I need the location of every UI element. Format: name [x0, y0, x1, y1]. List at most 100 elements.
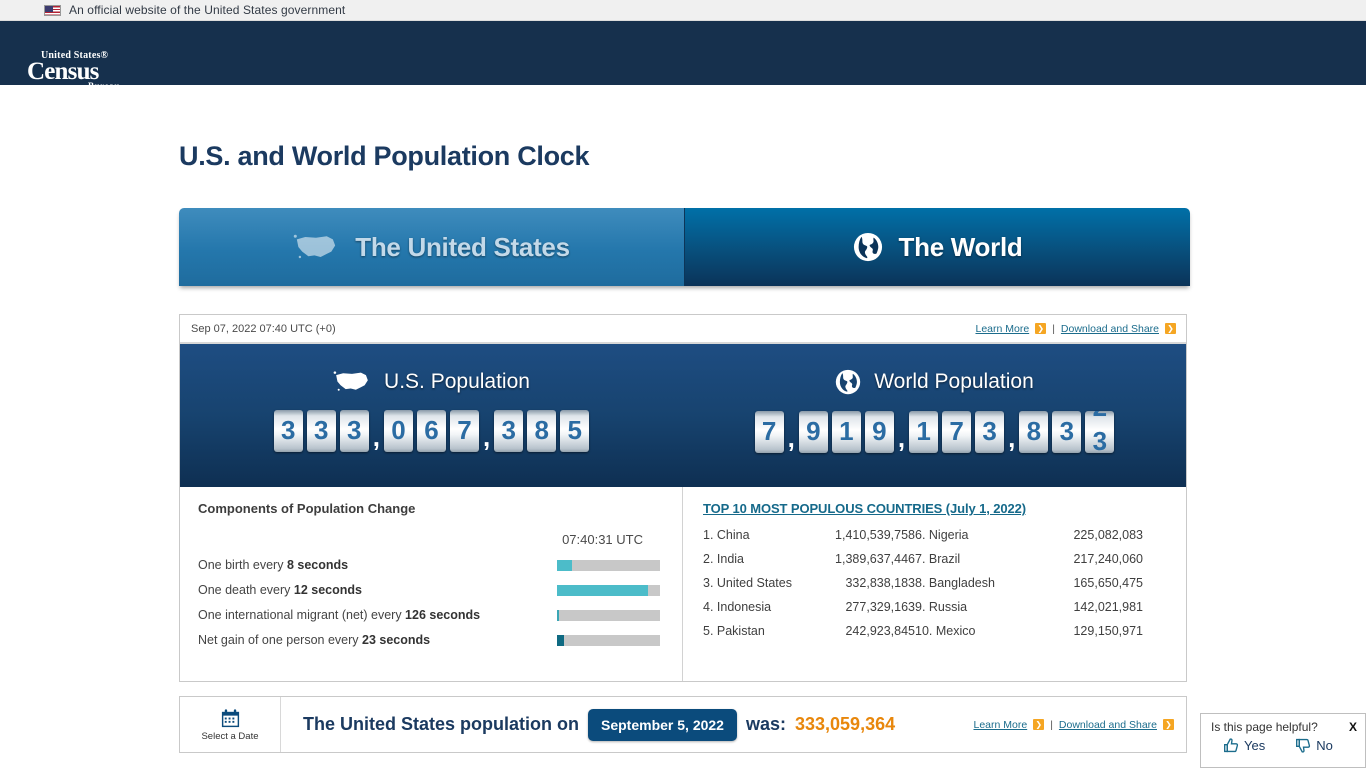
country-name: 2. India [703, 552, 745, 566]
world-population-counter: World Population 7,919,173,8323 [683, 344, 1186, 487]
thumbs-down-icon [1296, 738, 1311, 753]
component-interval: 12 seconds [293, 583, 362, 597]
counter-digit: 1 [831, 410, 861, 453]
clock-timestamp: Sep 07, 2022 07:40 UTC (+0) [191, 322, 336, 335]
component-progress-fill [557, 634, 565, 646]
counter-digit: 3 [975, 410, 1005, 453]
component-interval: 126 seconds [405, 608, 481, 622]
select-a-date-label: Select a Date [201, 730, 259, 742]
arrow-icon: ❯ [1165, 323, 1176, 334]
date-sentence: The United States population on Septembe… [303, 708, 973, 741]
calendar-icon [221, 708, 239, 727]
component-label: One birth every 8 seconds [198, 558, 349, 572]
feedback-widget: Is this page helpful? X Yes No [1200, 713, 1366, 768]
country-name: 3. United States [703, 576, 792, 590]
world-population-digits: 7,919,173,8323 [753, 409, 1117, 454]
download-share-link[interactable]: Download and Share [1061, 323, 1159, 335]
select-a-date-button[interactable]: Select a Date [180, 697, 281, 752]
component-row: Net gain of one person every 23 seconds [198, 633, 660, 647]
digit-separator: , [1008, 423, 1016, 453]
counter-digit: 5 [560, 409, 590, 452]
component-label: Net gain of one person every 23 seconds [198, 633, 431, 647]
clock-links: Learn More ❯ | Download and Share ❯ [975, 323, 1176, 335]
us-flag-icon [44, 4, 61, 16]
counter-digit: 9 [798, 410, 828, 453]
census-header: United States® Census Bureau [0, 21, 1366, 91]
globe-icon [853, 232, 882, 262]
digit-separator: , [787, 423, 795, 453]
feedback-question: Is this page helpful? [1211, 720, 1318, 734]
component-progress-bar [557, 584, 660, 596]
component-interval: 23 seconds [362, 633, 431, 647]
census-bureau-logo[interactable]: United States® Census Bureau [27, 51, 120, 91]
sentence-before: The United States population on [303, 714, 579, 734]
thumbs-up-icon [1224, 738, 1239, 753]
component-row: One death every 12 seconds [198, 583, 660, 597]
counter-digit: 8 [1019, 410, 1049, 453]
clock-meta-bar: Sep 07, 2022 07:40 UTC (+0) Learn More ❯… [180, 315, 1186, 344]
top10-panel: TOP 10 MOST POPULOUS COUNTRIES (July 1, … [683, 487, 1186, 681]
learn-more-link[interactable]: Learn More [973, 719, 1027, 731]
population-counters: U.S. Population 333,067,385 World Popula… [180, 344, 1186, 487]
counter-digit: 3 [1052, 410, 1082, 453]
top10-title[interactable]: TOP 10 MOST POPULOUS COUNTRIES (July 1, … [703, 501, 1186, 516]
world-population-title: World Population [874, 370, 1034, 393]
component-progress-bar [557, 559, 660, 571]
tab-label: The World [898, 231, 1023, 262]
component-progress-bar [557, 609, 660, 621]
country-name: 7. Brazil [915, 552, 961, 566]
country-name: 4. Indonesia [703, 600, 772, 614]
components-rows: One birth every 8 seconds One death every… [198, 558, 660, 647]
us-population-title: U.S. Population [384, 369, 530, 393]
counter-digit: 3 [494, 409, 524, 452]
arrow-icon: ❯ [1035, 323, 1047, 334]
component-progress-fill [557, 584, 648, 596]
close-icon[interactable]: X [1349, 720, 1357, 734]
country-population: 242,923,845 [845, 624, 915, 638]
learn-more-link[interactable]: Learn More [975, 323, 1029, 335]
counter-digit: 0 [384, 409, 413, 452]
clock-tabs: The United States The World [179, 208, 1190, 286]
country-name: 1. China [703, 528, 750, 542]
country-population: 1,389,637,446 [835, 552, 915, 566]
date-selection-strip: Select a Date The United States populati… [179, 696, 1187, 753]
component-label: One international migrant (net) every 12… [198, 608, 481, 622]
country-name: 10. Mexico [915, 624, 976, 638]
page-body: U.S. and World Population Clock The Unit… [0, 141, 1366, 753]
tab-the-united-states[interactable]: The United States [179, 208, 685, 286]
country-name: 9. Russia [915, 600, 968, 614]
feedback-yes-button[interactable]: Yes [1223, 737, 1265, 754]
tab-label: The United States [355, 231, 570, 262]
components-panel: Components of Population Change 07:40:31… [180, 487, 683, 681]
counter-digit: 3 [339, 409, 369, 452]
country-population: 277,329,163 [845, 600, 915, 614]
counter-digit: 1 [909, 410, 939, 453]
selected-date-pill[interactable]: September 5, 2022 [588, 708, 737, 741]
counter-digit-rolling: 23 [1085, 410, 1115, 453]
counter-digit: 3 [273, 409, 303, 452]
link-separator: | [1050, 718, 1053, 731]
country-name: 6. Nigeria [915, 528, 969, 542]
historical-population-value: 333,059,364 [795, 714, 896, 734]
download-share-link[interactable]: Download and Share [1059, 719, 1157, 731]
tab-the-world[interactable]: The World [685, 208, 1190, 286]
feedback-yes-label: Yes [1244, 738, 1266, 753]
top10-grid: 1. China 1,410,539,758 6. Nigeria 225,082,0… [703, 528, 1186, 638]
us-map-icon [294, 234, 336, 259]
logo-bureau: Bureau [88, 81, 120, 91]
gov-banner-text: An official website of the United States… [69, 3, 346, 17]
component-interval: 8 seconds [286, 558, 349, 572]
counter-digit: 7 [754, 410, 784, 453]
arrow-icon: ❯ [1033, 719, 1045, 730]
gov-banner: An official website of the United States… [0, 0, 1366, 21]
country-population: 165,650,475 [1073, 576, 1143, 590]
us-population-counter: U.S. Population 333,067,385 [180, 344, 683, 487]
globe-icon [836, 369, 861, 395]
component-progress-fill [557, 559, 573, 571]
feedback-no-button[interactable]: No [1295, 737, 1333, 754]
country-name: 5. Pakistan [703, 624, 765, 638]
digit-separator: , [372, 422, 380, 452]
country-population: 217,240,060 [1073, 552, 1143, 566]
us-population-digits: 333,067,385 [272, 408, 591, 453]
components-title: Components of Population Change [198, 501, 416, 516]
